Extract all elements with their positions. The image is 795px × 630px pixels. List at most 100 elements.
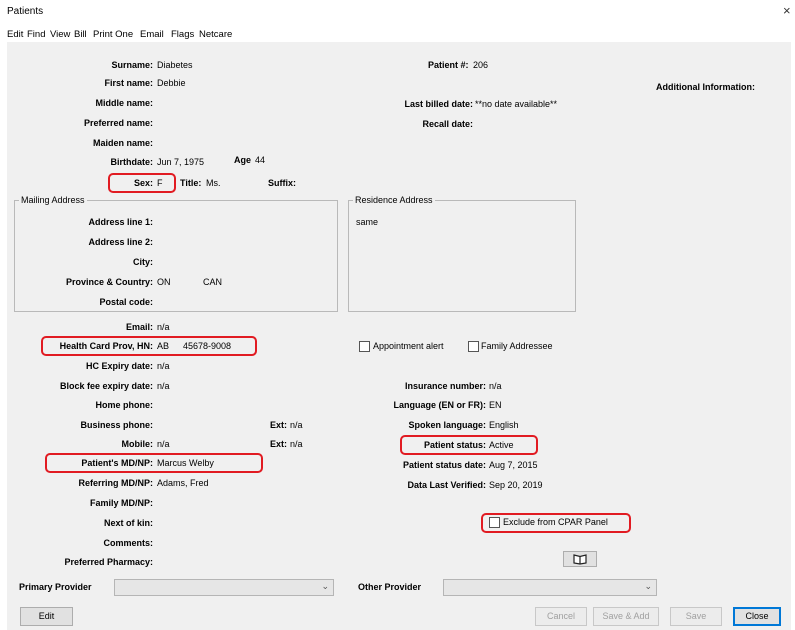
mailing-address-group: Mailing Address bbox=[14, 195, 338, 312]
last-billed-label: Last billed date: bbox=[404, 99, 473, 109]
menu-edit[interactable]: Edit bbox=[7, 29, 23, 40]
preferred-name-label: Preferred name: bbox=[83, 118, 153, 128]
primary-provider-select[interactable]: ⌄ bbox=[114, 579, 334, 596]
menu-flags[interactable]: Flags bbox=[171, 29, 194, 40]
title-label: Title: bbox=[180, 178, 202, 188]
last-billed-value: **no date available** bbox=[475, 99, 558, 109]
spoken-language-value[interactable]: English bbox=[489, 420, 519, 430]
first-name-value[interactable]: Debbie bbox=[157, 78, 186, 88]
insurance-number-label: Insurance number: bbox=[404, 381, 486, 391]
address-line2-label: Address line 2: bbox=[88, 237, 153, 247]
block-fee-expiry-label: Block fee expiry date: bbox=[59, 381, 153, 391]
residence-address-title: Residence Address bbox=[353, 195, 435, 205]
insurance-number-value[interactable]: n/a bbox=[489, 381, 502, 391]
title-bar: Patients × bbox=[0, 0, 795, 26]
window-close-icon[interactable]: × bbox=[783, 3, 791, 18]
country-value[interactable]: CAN bbox=[203, 277, 222, 287]
age-value: 44 bbox=[255, 155, 266, 165]
menu-email[interactable]: Email bbox=[140, 29, 164, 40]
language-value[interactable]: EN bbox=[489, 400, 502, 410]
business-phone-label: Business phone: bbox=[80, 420, 153, 430]
health-card-label: Health Card Prov, HN: bbox=[59, 341, 153, 351]
address-line1-label: Address line 1: bbox=[88, 217, 153, 227]
age-label: Age bbox=[234, 155, 252, 165]
window-title: Patients bbox=[7, 6, 44, 17]
comments-label: Comments: bbox=[103, 538, 153, 548]
postal-code-label: Postal code: bbox=[99, 297, 153, 307]
exclude-cpar-label[interactable]: Exclude from CPAR Panel bbox=[503, 517, 608, 527]
save-button[interactable]: Save bbox=[670, 607, 722, 626]
patient-number-label: Patient #: bbox=[428, 60, 469, 70]
patients-md-value[interactable]: Marcus Welby bbox=[157, 458, 214, 468]
recall-date-label: Recall date: bbox=[422, 119, 473, 129]
save-add-button[interactable]: Save & Add bbox=[593, 607, 659, 626]
mobile-ext-value[interactable]: n/a bbox=[290, 439, 303, 449]
chevron-down-icon: ⌄ bbox=[644, 581, 652, 591]
title-value[interactable]: Ms. bbox=[206, 178, 221, 188]
business-ext-value[interactable]: n/a bbox=[290, 420, 303, 430]
surname-label: Surname: bbox=[111, 60, 153, 70]
appointment-alert-label[interactable]: Appointment alert bbox=[373, 341, 444, 351]
business-ext-label: Ext: bbox=[270, 420, 288, 430]
birthdate-label: Birthdate: bbox=[110, 157, 154, 167]
family-addressee-label[interactable]: Family Addressee bbox=[481, 341, 553, 351]
spoken-language-label: Spoken language: bbox=[408, 420, 486, 430]
email-value[interactable]: n/a bbox=[157, 322, 170, 332]
close-button[interactable]: Close bbox=[733, 607, 781, 626]
home-phone-label: Home phone: bbox=[95, 400, 154, 410]
mobile-label: Mobile: bbox=[121, 439, 154, 449]
middle-name-label: Middle name: bbox=[95, 98, 153, 108]
province-value[interactable]: ON bbox=[157, 277, 171, 287]
sex-value[interactable]: F bbox=[157, 178, 163, 188]
pharmacy-lookup-button[interactable] bbox=[563, 551, 597, 567]
cancel-button[interactable]: Cancel bbox=[535, 607, 587, 626]
additional-info-label: Additional Information: bbox=[656, 82, 755, 92]
preferred-pharmacy-label: Preferred Pharmacy: bbox=[64, 557, 153, 567]
patient-status-value[interactable]: Active bbox=[489, 440, 514, 450]
footer-bar: Primary Provider ⌄ Other Provider ⌄ Edit… bbox=[7, 572, 791, 630]
block-fee-expiry-value[interactable]: n/a bbox=[157, 381, 170, 391]
email-label: Email: bbox=[125, 322, 153, 332]
menu-bar: Edit Find View Bill Print One Email Flag… bbox=[0, 26, 795, 42]
data-last-verified-label: Data Last Verified: bbox=[407, 480, 486, 490]
health-card-number-value[interactable]: 45678-9008 bbox=[183, 341, 231, 351]
primary-provider-label: Primary Provider bbox=[19, 582, 92, 592]
patient-form: Surname: Diabetes First name: Debbie Mid… bbox=[7, 42, 791, 572]
patient-status-date-label: Patient status date: bbox=[402, 460, 486, 470]
hc-expiry-label: HC Expiry date: bbox=[85, 361, 153, 371]
first-name-label: First name: bbox=[104, 78, 153, 88]
menu-bill[interactable]: Bill bbox=[74, 29, 87, 40]
exclude-cpar-checkbox[interactable] bbox=[489, 517, 500, 528]
surname-value[interactable]: Diabetes bbox=[157, 60, 193, 70]
patients-md-highlight bbox=[45, 453, 263, 473]
edit-button[interactable]: Edit bbox=[20, 607, 73, 626]
referring-md-value[interactable]: Adams, Fred bbox=[157, 478, 209, 488]
menu-print-one[interactable]: Print One bbox=[93, 29, 133, 40]
next-of-kin-label: Next of kin: bbox=[103, 518, 153, 528]
patients-md-label: Patient's MD/NP: bbox=[81, 458, 153, 468]
data-last-verified-value: Sep 20, 2019 bbox=[489, 480, 543, 490]
province-country-label: Province & Country: bbox=[65, 277, 153, 287]
referring-md-label: Referring MD/NP: bbox=[78, 478, 153, 488]
birthdate-value[interactable]: Jun 7, 1975 bbox=[157, 157, 204, 167]
chevron-down-icon: ⌄ bbox=[321, 581, 329, 591]
other-provider-select[interactable]: ⌄ bbox=[443, 579, 657, 596]
family-addressee-checkbox[interactable] bbox=[468, 341, 479, 352]
other-provider-label: Other Provider bbox=[358, 582, 422, 592]
patient-status-label: Patient status: bbox=[423, 440, 486, 450]
mobile-ext-label: Ext: bbox=[270, 439, 288, 449]
health-card-prov-value[interactable]: AB bbox=[157, 341, 169, 351]
maiden-name-label: Maiden name: bbox=[92, 138, 153, 148]
city-label: City: bbox=[133, 257, 153, 267]
sex-label: Sex: bbox=[133, 178, 153, 188]
appointment-alert-checkbox[interactable] bbox=[359, 341, 370, 352]
patient-number-value: 206 bbox=[473, 60, 489, 70]
mailing-address-title: Mailing Address bbox=[19, 195, 87, 205]
menu-find[interactable]: Find bbox=[27, 29, 45, 40]
book-icon bbox=[573, 554, 587, 565]
menu-netcare[interactable]: Netcare bbox=[199, 29, 232, 40]
menu-view[interactable]: View bbox=[50, 29, 70, 40]
language-label: Language (EN or FR): bbox=[393, 400, 487, 410]
mobile-value[interactable]: n/a bbox=[157, 439, 170, 449]
hc-expiry-value[interactable]: n/a bbox=[157, 361, 170, 371]
